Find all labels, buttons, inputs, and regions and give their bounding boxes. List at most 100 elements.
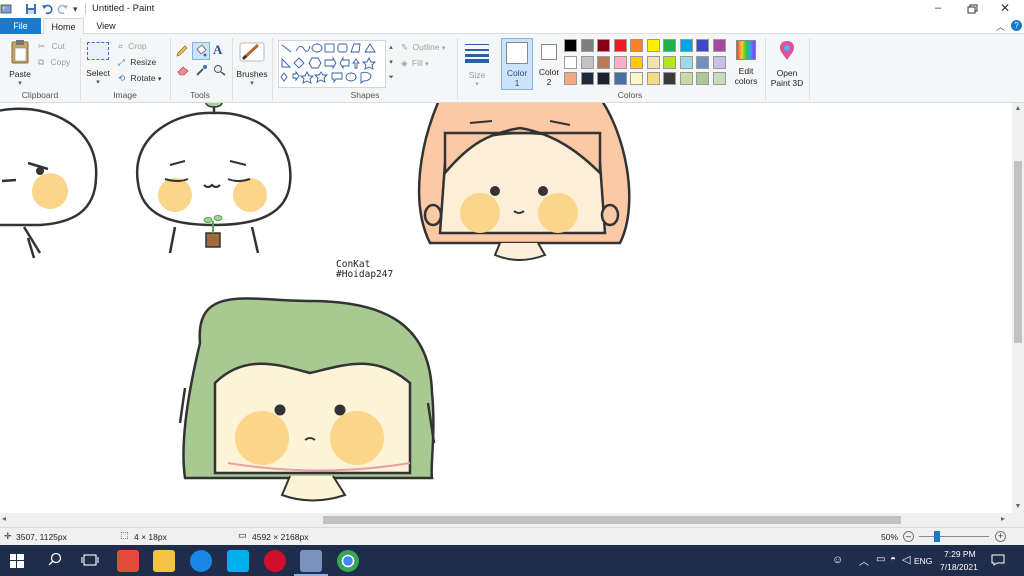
- people-icon[interactable]: ☺: [832, 554, 843, 566]
- edit-colors-button[interactable]: Edit colors: [732, 39, 760, 91]
- cut-button[interactable]: ✂ Cut: [38, 41, 65, 52]
- store-app-icon[interactable]: [117, 550, 139, 572]
- zalo-app-icon[interactable]: [190, 550, 212, 572]
- crop-button[interactable]: ⌗ Crop: [118, 41, 147, 52]
- fill-button[interactable]: ◈ Fill ▾: [401, 58, 429, 69]
- color-swatch[interactable]: [696, 55, 709, 69]
- color-swatch[interactable]: [696, 72, 709, 85]
- color2-button[interactable]: Color 2: [536, 38, 562, 90]
- zoom-slider-track[interactable]: [919, 536, 989, 537]
- minimize-button[interactable]: –: [928, 0, 948, 18]
- restore-button[interactable]: [962, 0, 982, 18]
- zoom-in-button[interactable]: +: [995, 531, 1006, 542]
- tab-home[interactable]: Home: [43, 18, 84, 35]
- task-view-icon[interactable]: [81, 553, 99, 567]
- open-paint3d-button[interactable]: Open Paint 3D: [768, 39, 806, 91]
- magnifier-tool[interactable]: [213, 64, 227, 76]
- color-swatch[interactable]: [564, 39, 577, 52]
- tab-view[interactable]: View: [86, 18, 126, 34]
- show-hidden-icons[interactable]: ︿: [859, 553, 869, 568]
- paste-button[interactable]: Paste ▾: [6, 39, 34, 87]
- start-button[interactable]: [10, 554, 24, 568]
- fill-tool[interactable]: [192, 42, 210, 60]
- color-swatch[interactable]: [597, 39, 610, 52]
- battery-icon[interactable]: ▭: [876, 554, 885, 565]
- color-swatch[interactable]: [646, 39, 660, 52]
- tab-file[interactable]: File: [0, 18, 41, 34]
- customize-quick-access-icon[interactable]: ▾: [73, 4, 78, 15]
- zoom-out-button[interactable]: –: [903, 531, 914, 542]
- brushes-button[interactable]: Brushes ▾: [236, 39, 268, 87]
- color-swatch[interactable]: [580, 39, 594, 52]
- clock-time[interactable]: 7:29 PM: [944, 549, 976, 559]
- paint-app-icon[interactable]: [0, 3, 12, 15]
- redo-icon[interactable]: [57, 3, 69, 15]
- close-button[interactable]: ✕: [995, 0, 1015, 18]
- color-swatch[interactable]: [613, 55, 627, 69]
- color-swatch[interactable]: [679, 39, 693, 52]
- color-swatch[interactable]: [613, 39, 627, 52]
- color-swatch[interactable]: [630, 72, 643, 85]
- volume-icon[interactable]: ◁: [902, 553, 910, 566]
- color-swatch[interactable]: [597, 55, 610, 69]
- color-swatch[interactable]: [679, 72, 693, 85]
- select-label: Select: [86, 68, 110, 78]
- vertical-scroll-thumb[interactable]: [1014, 161, 1022, 343]
- color-swatch[interactable]: [564, 55, 577, 69]
- file-explorer-icon[interactable]: [153, 550, 175, 572]
- help-icon[interactable]: ?: [1011, 20, 1022, 31]
- paint-taskbar-icon[interactable]: [300, 550, 322, 572]
- resize-button[interactable]: ⤢ Resize: [118, 57, 156, 68]
- eraser-tool[interactable]: [176, 64, 190, 76]
- select-button[interactable]: Select ▾: [85, 40, 111, 88]
- search-icon[interactable]: [47, 552, 63, 568]
- size-button[interactable]: Size ▾: [463, 40, 491, 90]
- color-swatch[interactable]: [679, 55, 693, 69]
- scroll-down-arrow-icon[interactable]: ▼: [1012, 501, 1024, 513]
- color1-button[interactable]: Color 1: [501, 38, 533, 90]
- color-swatch[interactable]: [712, 39, 726, 52]
- action-center-icon[interactable]: [991, 554, 1005, 566]
- network-icon[interactable]: ◓: [890, 554, 896, 565]
- color-swatch[interactable]: [613, 72, 627, 85]
- input-language[interactable]: ENG: [914, 556, 932, 566]
- undo-icon[interactable]: [41, 3, 53, 15]
- scroll-left-arrow-icon[interactable]: ◂: [2, 514, 6, 523]
- color-swatch[interactable]: [663, 72, 676, 85]
- shapes-gallery[interactable]: [278, 40, 386, 88]
- color-swatch[interactable]: [646, 55, 660, 69]
- text-tool[interactable]: A: [213, 42, 227, 58]
- scroll-up-arrow-icon[interactable]: ▲: [1012, 103, 1024, 115]
- minimize-ribbon-icon[interactable]: ︿: [996, 20, 1005, 33]
- horizontal-scroll-thumb[interactable]: [323, 516, 901, 524]
- zoom-slider-thumb[interactable]: [934, 531, 940, 542]
- horizontal-scrollbar[interactable]: ◂ ▸: [0, 513, 1012, 527]
- scroll-right-arrow-icon[interactable]: ▸: [1001, 514, 1005, 523]
- rotate-button[interactable]: ⟲ Rotate ▾: [118, 73, 161, 84]
- color-swatch[interactable]: [580, 72, 594, 85]
- color-swatch[interactable]: [597, 72, 610, 85]
- color-swatch[interactable]: [630, 55, 643, 69]
- copy-button[interactable]: ⧉ Copy: [38, 57, 70, 68]
- pencil-tool[interactable]: [175, 44, 189, 58]
- color-swatch[interactable]: [712, 72, 726, 85]
- color-picker-tool[interactable]: [195, 64, 209, 76]
- color-swatch[interactable]: [580, 55, 594, 69]
- vertical-scrollbar[interactable]: ▲ ▼: [1012, 103, 1024, 513]
- skype-app-icon[interactable]: [227, 550, 249, 572]
- chrome-browser-icon[interactable]: [337, 550, 359, 572]
- save-icon[interactable]: [25, 3, 37, 15]
- color-swatch[interactable]: [696, 39, 709, 52]
- color-swatch[interactable]: [712, 55, 726, 69]
- color-swatch[interactable]: [630, 39, 643, 52]
- shapes-scroll[interactable]: ▴ ▾ ⏷: [386, 40, 396, 88]
- color-swatch[interactable]: [646, 72, 660, 85]
- color-swatch[interactable]: [564, 72, 577, 85]
- color-swatch[interactable]: [663, 39, 676, 52]
- outline-button[interactable]: ✎ Outline ▾: [401, 42, 445, 53]
- opera-browser-icon[interactable]: [264, 550, 286, 572]
- color-swatch[interactable]: [663, 55, 676, 69]
- scissors-icon: ✂: [38, 41, 46, 51]
- clock-date[interactable]: 7/18/2021: [940, 562, 978, 572]
- drawing-canvas[interactable]: ConKat #Hoidap247: [0, 103, 1012, 513]
